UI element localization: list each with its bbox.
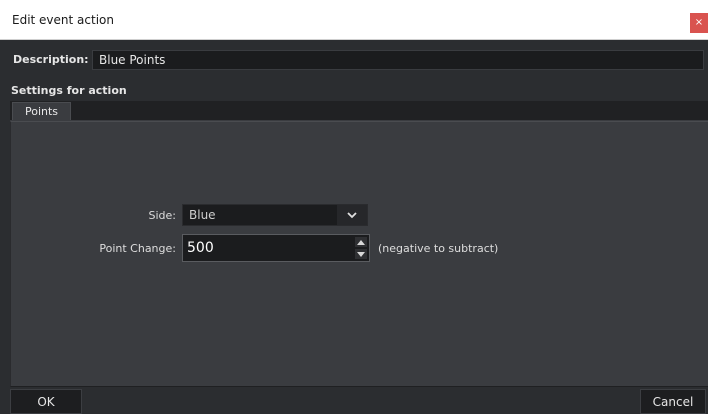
- description-row: Description:: [0, 48, 708, 72]
- spin-arrows: [355, 237, 367, 259]
- footer-bar: OK Cancel: [0, 387, 708, 414]
- description-label: Description:: [13, 53, 89, 66]
- side-value: Blue: [189, 208, 216, 222]
- window-title: Edit event action: [12, 13, 114, 27]
- spin-up-icon: [357, 239, 365, 245]
- close-icon: ×: [694, 17, 704, 28]
- point-change-label: Point Change:: [99, 242, 176, 255]
- spin-up-button[interactable]: [355, 237, 367, 247]
- point-change-input[interactable]: [187, 237, 347, 259]
- tab-points[interactable]: Points: [12, 102, 72, 120]
- ok-button[interactable]: OK: [10, 389, 82, 414]
- side-dropdown[interactable]: Blue: [182, 204, 368, 226]
- tab-strip: Points: [10, 101, 708, 121]
- spin-down-button[interactable]: [355, 249, 367, 259]
- side-label: Side:: [148, 209, 177, 222]
- settings-heading: Settings for action: [11, 84, 127, 97]
- cancel-button[interactable]: Cancel: [640, 389, 706, 414]
- spin-down-icon: [357, 251, 365, 257]
- dropdown-button[interactable]: [337, 205, 367, 225]
- title-bar: Edit event action ×: [0, 0, 708, 40]
- close-button[interactable]: ×: [690, 13, 708, 33]
- chevron-down-icon: [347, 211, 357, 218]
- description-input[interactable]: [92, 50, 704, 70]
- point-change-hint: (negative to subtract): [378, 242, 499, 255]
- point-change-spinbox[interactable]: [182, 234, 370, 262]
